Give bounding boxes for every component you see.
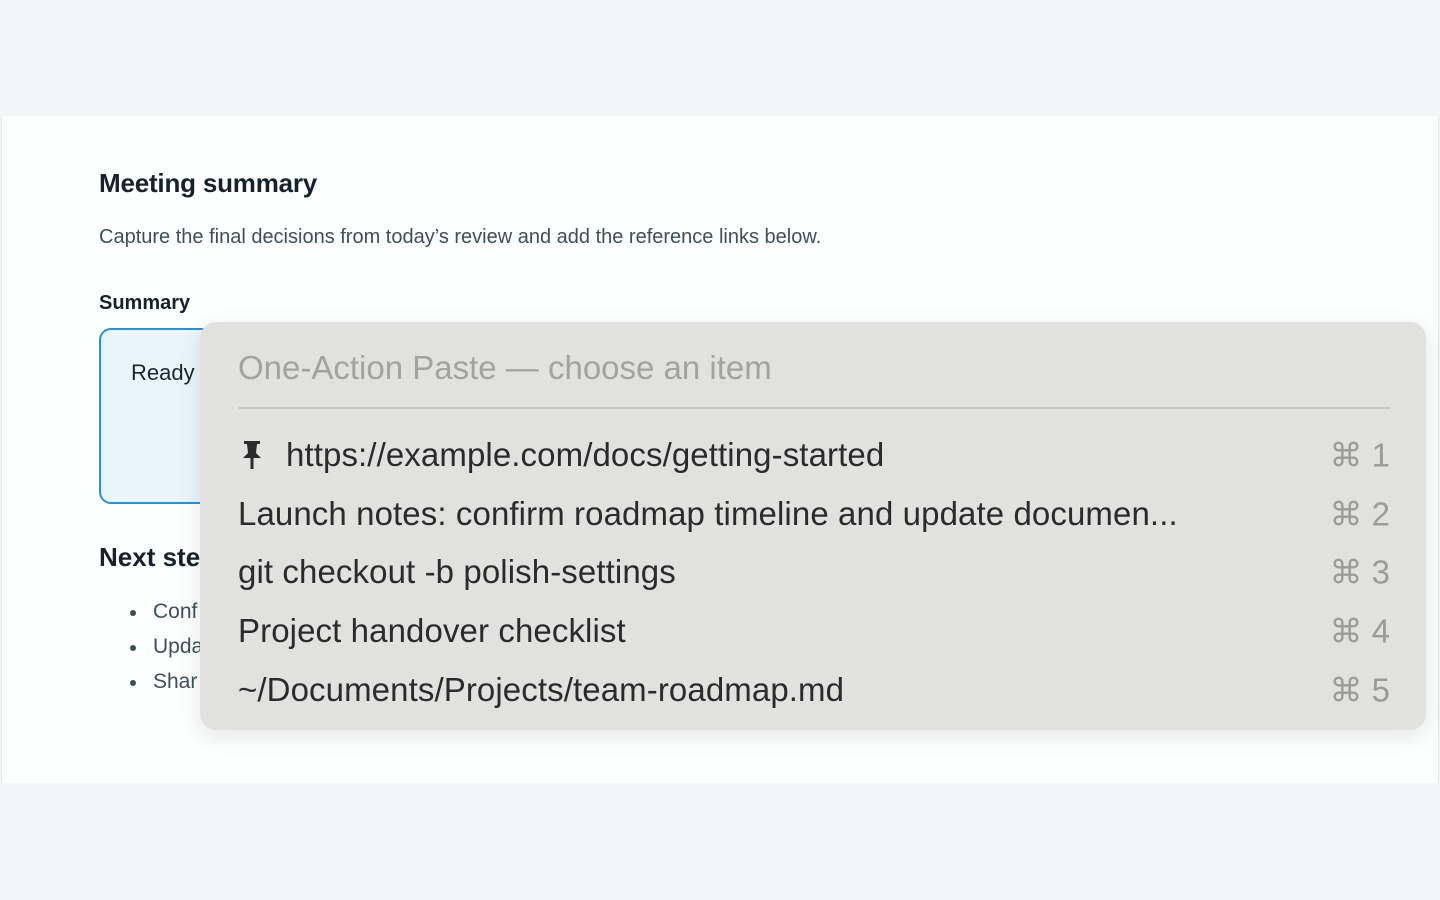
divider [238,407,1390,409]
paste-item-text: git checkout -b polish-settings [238,553,676,591]
page-title: Meeting summary [99,168,318,198]
next-step-item: Shar [130,666,203,701]
pin-icon [238,438,268,472]
summary-label: Summary [99,292,191,314]
shortcut-hint: ⌘ 1 [1329,436,1390,474]
paste-item-5[interactable]: ~/Documents/Projects/team-roadmap.md ⌘ 5 [238,660,1390,719]
shortcut-hint: ⌘ 5 [1329,671,1390,709]
shortcut-hint: ⌘ 4 [1329,612,1390,650]
summary-text: Ready [131,360,195,385]
paste-item-1[interactable]: https://example.com/docs/getting-started… [238,426,1390,485]
paste-item-text: ~/Documents/Projects/team-roadmap.md [238,670,845,708]
paste-item-2[interactable]: Launch notes: confirm roadmap timeline a… [238,485,1390,544]
paste-item-text: https://example.com/docs/getting-started [286,436,885,474]
shortcut-hint: ⌘ 2 [1329,495,1390,533]
next-step-item: Upda [130,631,203,666]
page-subtitle: Capture the final decisions from today’s… [99,226,822,248]
paste-panel: https://example.com/docs/getting-started… [200,322,1426,730]
paste-item-list: https://example.com/docs/getting-started… [238,426,1390,719]
shortcut-hint: ⌘ 3 [1329,553,1390,591]
paste-item-text: Launch notes: confirm roadmap timeline a… [238,494,1178,532]
paste-search-input[interactable] [238,344,1390,392]
next-steps-title: Next ste [99,542,201,572]
paste-item-3[interactable]: git checkout -b polish-settings ⌘ 3 [238,543,1390,602]
next-steps-list: Conf Upda Shar [130,596,203,701]
next-step-item: Conf [130,596,203,631]
paste-item-text: Project handover checklist [238,612,626,650]
paste-item-4[interactable]: Project handover checklist ⌘ 4 [238,602,1390,661]
